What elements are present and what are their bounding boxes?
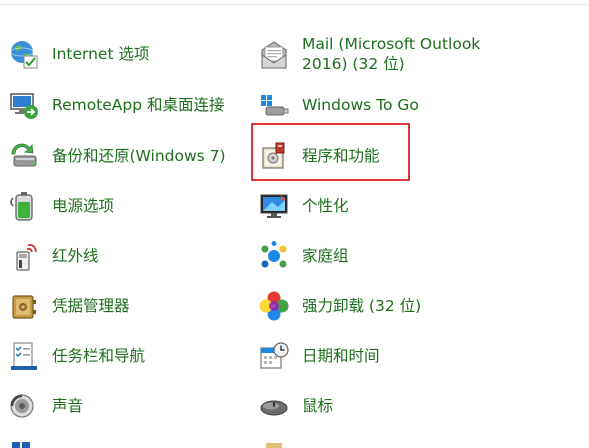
item-label: 声音 — [52, 397, 84, 415]
item-mail-outlook[interactable]: Mail (Microsoft Outlook 2016) (32 位) — [258, 34, 502, 78]
battery-power-icon — [10, 192, 33, 221]
item-label: Mail (Microsoft Outlook 2016) (32 位) — [302, 35, 481, 73]
item-sound[interactable]: 声音 — [8, 384, 83, 428]
item-programs-features[interactable]: 程序和功能 — [258, 134, 380, 178]
item-label: 日期和时间 — [302, 347, 380, 365]
control-panel-all-items: Internet 选项 RemoteApp 和桌面连接 备份和还原(Window… — [0, 0, 589, 448]
item-label: 程序和功能 — [302, 147, 380, 165]
infrared-icon — [16, 243, 37, 271]
item-label: 鼠标 — [302, 397, 334, 415]
partial-next-row-icon-right — [266, 443, 282, 448]
colorful-flower-icon — [259, 291, 289, 321]
mouse-icon — [260, 400, 288, 416]
homegroup-icon — [261, 241, 287, 268]
item-personalization[interactable]: 个性化 — [258, 184, 349, 228]
item-label: 红外线 — [52, 247, 99, 265]
item-credential-manager[interactable]: 凭据管理器 — [8, 284, 130, 328]
item-label: 备份和还原(Windows 7) — [52, 147, 226, 165]
item-label: 凭据管理器 — [52, 297, 130, 315]
calendar-clock-icon — [260, 342, 289, 369]
speaker-icon — [10, 394, 34, 418]
item-mouse[interactable]: 鼠标 — [258, 384, 333, 428]
item-force-uninstall[interactable]: 强力卸载 (32 位) — [258, 284, 421, 328]
top-divider — [0, 4, 589, 5]
item-label: 家庭组 — [302, 247, 349, 265]
partial-next-row-icon — [12, 442, 30, 448]
item-label: Internet 选项 — [52, 45, 150, 63]
backup-restore-icon — [11, 143, 37, 167]
item-label: 个性化 — [302, 197, 349, 215]
item-label: 任务栏和导航 — [52, 347, 146, 365]
mail-outlook-icon — [261, 41, 287, 69]
item-label: RemoteApp 和桌面连接 — [52, 96, 225, 114]
item-power-options[interactable]: 电源选项 — [8, 184, 114, 228]
remote-desktop-icon — [10, 93, 38, 119]
item-label: 强力卸载 (32 位) — [302, 297, 422, 315]
taskbar-checklist-icon — [11, 342, 37, 370]
item-backup-restore[interactable]: 备份和还原(Windows 7) — [8, 134, 226, 178]
item-infrared[interactable]: 红外线 — [8, 234, 99, 278]
usb-drive-icon — [261, 95, 289, 116]
item-homegroup[interactable]: 家庭组 — [258, 234, 349, 278]
item-taskbar-navigation[interactable]: 任务栏和导航 — [8, 334, 145, 378]
item-internet-options[interactable]: Internet 选项 — [8, 32, 149, 76]
programs-features-icon — [262, 142, 285, 169]
item-label: Windows To Go — [302, 96, 419, 114]
item-windows-to-go[interactable]: Windows To Go — [258, 83, 419, 127]
personalization-monitor-icon — [260, 194, 288, 218]
item-remoteapp[interactable]: RemoteApp 和桌面连接 — [8, 83, 225, 127]
item-date-time[interactable]: 日期和时间 — [258, 334, 380, 378]
credential-vault-icon — [12, 295, 36, 319]
globe-check-icon — [10, 41, 38, 69]
item-label: 电源选项 — [52, 197, 115, 215]
